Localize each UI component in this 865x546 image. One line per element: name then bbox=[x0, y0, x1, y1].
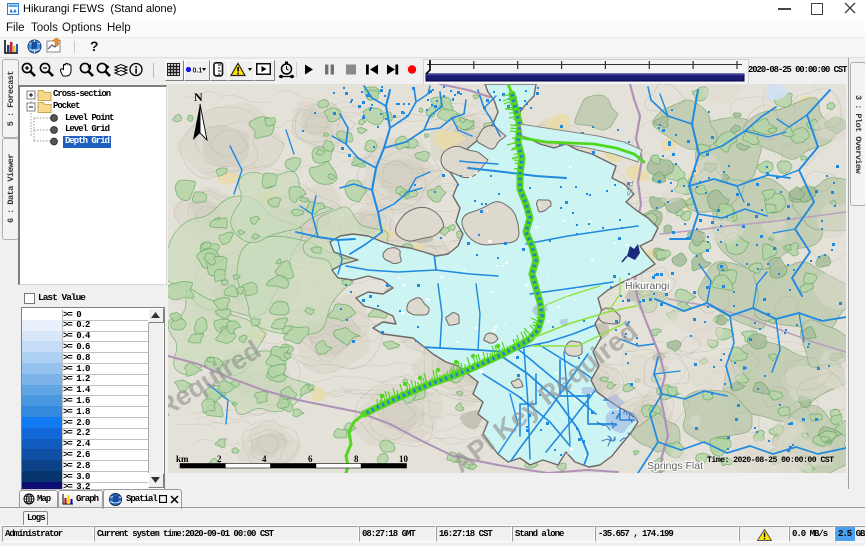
svg-text:0.1: 0.1 bbox=[193, 68, 203, 75]
svg-text:10: 10 bbox=[399, 454, 409, 464]
svg-text:6: 6 bbox=[308, 454, 313, 464]
svg-text:8: 8 bbox=[354, 454, 359, 464]
svg-text:Hikurangi: Hikurangi bbox=[625, 280, 669, 292]
svg-text:SH1: SH1 bbox=[626, 180, 635, 196]
svg-text:Springs Flat: Springs Flat bbox=[647, 460, 703, 472]
svg-text:N: N bbox=[194, 90, 203, 104]
svg-text:2: 2 bbox=[217, 454, 222, 464]
svg-text:4: 4 bbox=[262, 454, 267, 464]
svg-text:km: km bbox=[176, 454, 189, 464]
svg-text:Time: 2020-08-25 00:00:00 CST: Time: 2020-08-25 00:00:00 CST bbox=[707, 455, 834, 465]
